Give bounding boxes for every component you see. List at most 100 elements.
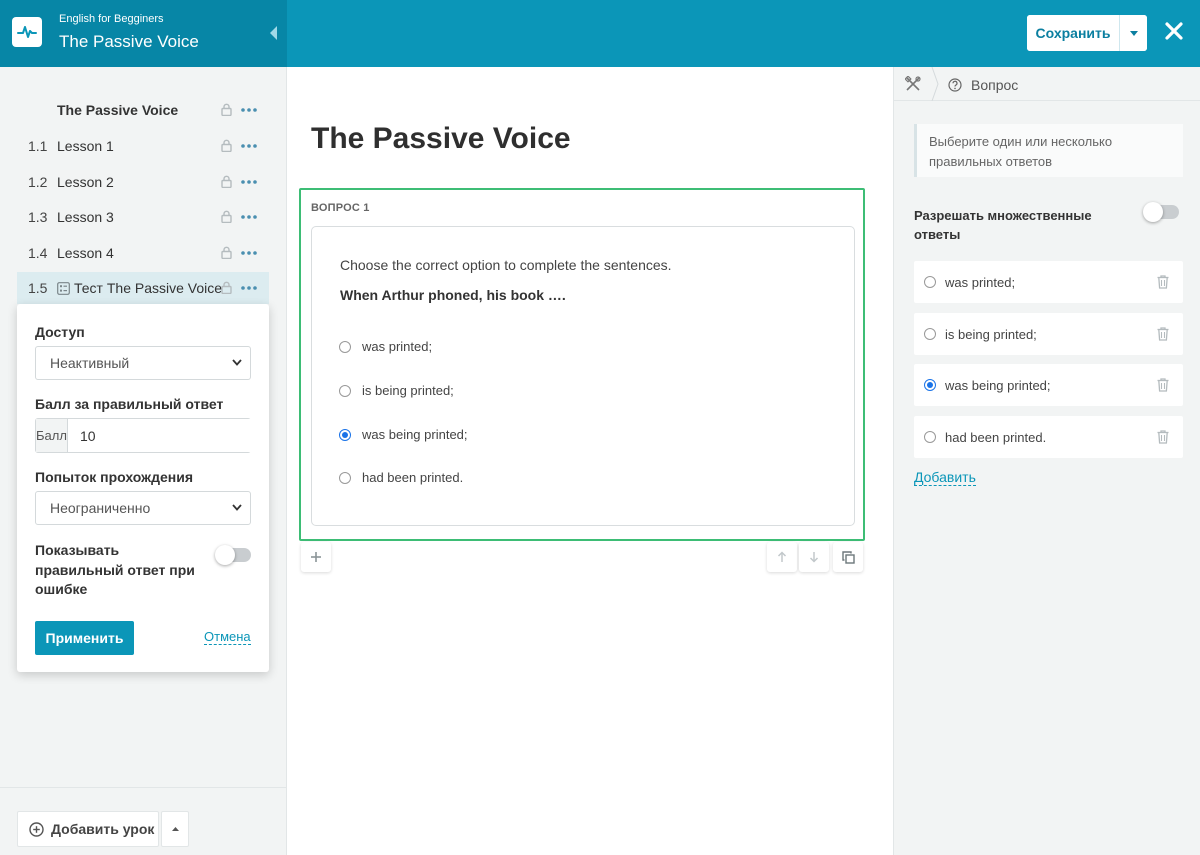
answer-label[interactable]: was being printed;	[945, 378, 1051, 393]
more-icon[interactable]	[241, 251, 257, 255]
lock-icon[interactable]	[221, 246, 232, 259]
lesson-label: Lesson 2	[57, 174, 114, 190]
caret-up-icon	[171, 827, 179, 831]
toggle-knob	[215, 545, 235, 565]
multiple-answers-toggle[interactable]	[1143, 202, 1179, 222]
lock-icon[interactable]	[221, 139, 232, 152]
logo[interactable]	[12, 17, 42, 47]
top-header: English for Begginers The Passive Voice …	[0, 0, 1200, 67]
lesson-number: 1.1	[28, 138, 48, 154]
radio-button[interactable]	[339, 471, 351, 484]
radio-button-selected[interactable]	[339, 428, 351, 441]
lesson-number: 1.5	[28, 280, 48, 296]
save-options-button[interactable]	[1119, 15, 1147, 51]
course-title: The Passive Voice	[59, 32, 199, 51]
lock-icon[interactable]	[221, 281, 232, 294]
pulse-icon	[17, 26, 37, 38]
copy-icon	[841, 550, 855, 564]
answer-option[interactable]: had been printed.	[339, 470, 463, 485]
answer-row[interactable]: had been printed.	[914, 416, 1183, 458]
trash-icon[interactable]	[1157, 378, 1169, 392]
answer-row[interactable]: was being printed;	[914, 364, 1183, 406]
move-up-button[interactable]	[767, 542, 797, 572]
more-icon[interactable]	[241, 144, 257, 148]
trash-icon[interactable]	[1157, 327, 1169, 341]
lock-icon[interactable]	[221, 103, 232, 116]
option-label: was being printed;	[362, 427, 468, 442]
apply-button[interactable]: Применить	[35, 621, 134, 655]
plus-circle-icon	[29, 822, 44, 837]
test-icon	[57, 282, 70, 295]
answer-row[interactable]: was printed;	[914, 261, 1183, 303]
radio-button[interactable]	[924, 431, 936, 443]
sidebar-footer: Добавить урок	[0, 787, 287, 855]
answer-label[interactable]: had been printed.	[945, 430, 1046, 445]
collapse-sidebar-icon[interactable]	[270, 26, 277, 40]
lock-icon[interactable]	[221, 210, 232, 223]
radio-button[interactable]	[924, 276, 936, 288]
more-icon[interactable]	[241, 215, 257, 219]
show-answer-toggle[interactable]	[215, 545, 251, 565]
add-answer-link[interactable]: Добавить	[914, 470, 976, 486]
close-icon	[1165, 22, 1183, 40]
access-value: Неактивный	[50, 355, 130, 371]
question-number-label: ВОПРОС 1	[311, 202, 370, 214]
help-circle-icon	[948, 78, 962, 92]
save-button[interactable]: Сохранить	[1027, 15, 1119, 51]
access-select[interactable]: Неактивный	[35, 346, 251, 380]
chevron-down-icon	[232, 504, 242, 511]
lesson-number: 1.3	[28, 209, 48, 225]
tools-icon[interactable]	[905, 76, 921, 92]
move-down-button[interactable]	[799, 542, 829, 572]
trash-icon[interactable]	[1157, 430, 1169, 444]
show-answer-label: Показывать правильный ответ при ошибке	[35, 542, 195, 597]
sidebar-item-lesson-1[interactable]: 1.1 Lesson 1	[17, 130, 269, 162]
more-icon[interactable]	[241, 108, 257, 112]
sidebar-item-lesson-4[interactable]: 1.4 Lesson 4	[17, 237, 269, 269]
lesson-label: Lesson 3	[57, 209, 114, 225]
answer-label[interactable]: was printed;	[945, 275, 1015, 290]
multiple-answers-label: Разрешать множественные ответы	[914, 208, 1092, 242]
attempts-value: Неограниченно	[50, 500, 151, 516]
add-options-button[interactable]	[161, 811, 189, 847]
close-button[interactable]	[1161, 18, 1187, 44]
score-addon: Балл	[36, 419, 68, 452]
save-button-group: Сохранить	[1027, 15, 1147, 51]
tab-question[interactable]: Вопрос	[948, 77, 1018, 93]
score-label: Балл за правильный ответ	[35, 396, 224, 412]
plus-icon	[311, 552, 321, 562]
add-lesson-label: Добавить урок	[51, 821, 155, 837]
cancel-link[interactable]: Отмена	[204, 630, 251, 645]
trash-icon[interactable]	[1157, 275, 1169, 289]
duplicate-button[interactable]	[833, 542, 863, 572]
lock-icon[interactable]	[221, 175, 232, 188]
score-input[interactable]	[67, 419, 261, 452]
add-block-button[interactable]	[301, 542, 331, 572]
sidebar-item-lesson-3[interactable]: 1.3 Lesson 3	[17, 201, 269, 233]
question-block[interactable]: ВОПРОС 1 Choose the correct option to co…	[299, 188, 865, 541]
tab-question-label: Вопрос	[971, 77, 1019, 93]
lesson-label: Тест The Passive Voice	[74, 280, 223, 296]
sidebar-item-test[interactable]: 1.5 Тест The Passive Voice	[17, 272, 269, 304]
add-lesson-button[interactable]: Добавить урок	[17, 811, 159, 847]
page-title: The Passive Voice	[311, 122, 571, 155]
radio-button[interactable]	[339, 340, 351, 353]
more-icon[interactable]	[241, 286, 257, 290]
chevron-down-icon	[232, 359, 242, 366]
sidebar-item-module[interactable]: The Passive Voice	[17, 94, 269, 126]
access-label: Доступ	[35, 324, 85, 340]
answer-row[interactable]: is being printed;	[914, 313, 1183, 355]
radio-button[interactable]	[339, 384, 351, 397]
option-label: was printed;	[362, 339, 433, 354]
more-icon[interactable]	[241, 180, 257, 184]
answer-option[interactable]: was printed;	[339, 339, 432, 354]
radio-button-selected[interactable]	[924, 379, 936, 391]
answer-option[interactable]: was being printed;	[339, 427, 468, 442]
lesson-number: 1.2	[28, 174, 48, 190]
lesson-label: Lesson 1	[57, 138, 114, 154]
attempts-select[interactable]: Неограниченно	[35, 491, 251, 525]
answer-label[interactable]: is being printed;	[945, 327, 1037, 342]
answer-option[interactable]: is being printed;	[339, 383, 454, 398]
radio-button[interactable]	[924, 328, 936, 340]
sidebar-item-lesson-2[interactable]: 1.2 Lesson 2	[17, 166, 269, 198]
